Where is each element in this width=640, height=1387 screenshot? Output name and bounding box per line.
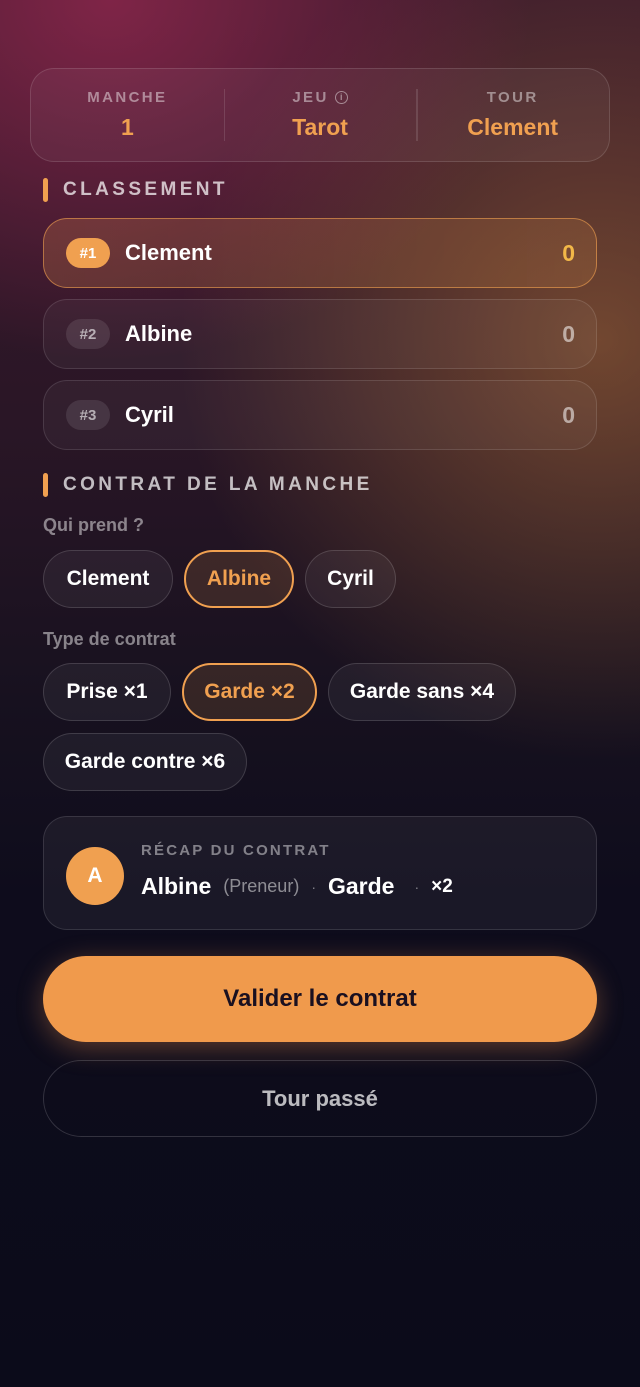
- section-accent-bar: [43, 473, 48, 497]
- stat-tour-label: TOUR: [486, 89, 539, 106]
- contract-chip-garde-contre[interactable]: Garde contre ×6: [43, 733, 247, 791]
- stat-manche-value: 1: [120, 114, 134, 140]
- stat-tour-value: Clement: [467, 114, 559, 140]
- ranking-row: #2 Albine 0: [43, 299, 597, 369]
- contract-recap-card: A RÉCAP DU CONTRAT Albine (Preneur) · Ga…: [43, 816, 597, 930]
- ranking-row: #1 Clement 0: [43, 218, 597, 288]
- classement-title: CLASSEMENT: [63, 179, 228, 200]
- avatar: A: [66, 847, 124, 905]
- qui-prend-label: Qui prend ?: [43, 515, 144, 535]
- contract-chip-garde-sans[interactable]: Garde sans ×4: [328, 663, 516, 721]
- player-chip-cyril[interactable]: Cyril: [305, 550, 396, 608]
- contrat-heading: CONTRAT DE LA MANCHE: [43, 473, 373, 497]
- player-name: Albine: [125, 321, 193, 346]
- stat-jeu-value: Tarot: [292, 114, 348, 140]
- recap-summary: Albine (Preneur) · Garde · ×2: [141, 873, 453, 900]
- separator-dot: ·: [414, 878, 420, 895]
- classement-heading: CLASSEMENT: [43, 178, 228, 202]
- rank-badge: #2: [66, 319, 110, 349]
- contrat-title: CONTRAT DE LA MANCHE: [63, 474, 373, 495]
- recap-label: RÉCAP DU CONTRAT: [141, 842, 331, 859]
- info-icon[interactable]: i: [334, 91, 348, 104]
- type-contrat-label: Type de contrat: [43, 629, 176, 649]
- player-name: Clement: [125, 240, 212, 265]
- skip-turn-button[interactable]: Tour passé: [43, 1060, 597, 1137]
- contract-chip-prise[interactable]: Prise ×1: [43, 663, 171, 721]
- player-chip-albine[interactable]: Albine: [184, 550, 294, 608]
- player-name: Cyril: [125, 402, 174, 427]
- stat-jeu[interactable]: JEU i Tarot: [223, 69, 417, 161]
- stat-manche-label: MANCHE: [87, 89, 168, 106]
- player-score: 0: [562, 401, 575, 428]
- section-accent-bar: [43, 178, 48, 202]
- validate-contract-button[interactable]: Valider le contrat: [43, 956, 597, 1042]
- stat-manche: MANCHE 1: [31, 69, 224, 161]
- ranking-row: #3 Cyril 0: [43, 380, 597, 450]
- rank-badge: #3: [66, 400, 110, 430]
- separator-dot: ·: [311, 878, 316, 895]
- player-chip-clement[interactable]: Clement: [43, 550, 173, 608]
- rank-badge: #1: [66, 238, 110, 268]
- recap-player-name: Albine: [141, 873, 212, 899]
- recap-multiplier: ×2: [431, 875, 453, 897]
- stat-jeu-label: JEU: [292, 89, 329, 106]
- player-score: 0: [562, 239, 575, 266]
- recap-role: (Preneur): [223, 876, 300, 896]
- player-score: 0: [562, 320, 575, 347]
- stat-tour: TOUR Clement: [416, 69, 609, 161]
- contract-chip-garde[interactable]: Garde ×2: [182, 663, 317, 721]
- game-info-bar: MANCHE 1 JEU i Tarot TOUR Clement: [30, 68, 610, 162]
- recap-contract: Garde: [327, 873, 395, 899]
